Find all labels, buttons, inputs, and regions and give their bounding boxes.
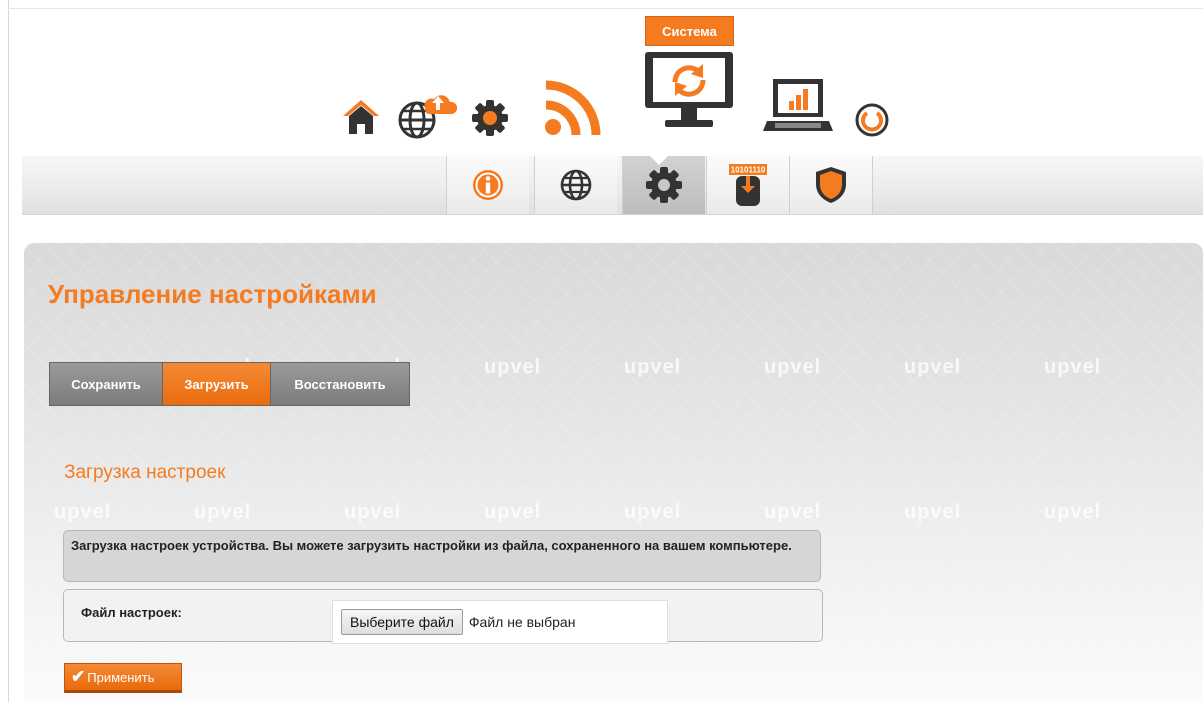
- system-menu-label[interactable]: Система: [645, 16, 734, 46]
- globe-cloud-icon[interactable]: [395, 88, 457, 140]
- section-title: Загрузка настроек: [64, 462, 226, 483]
- tab-upload[interactable]: Загрузить: [163, 363, 271, 405]
- svg-text:10101110: 10101110: [731, 166, 766, 175]
- file-field-label: Файл настроек:: [81, 605, 182, 620]
- globe-icon: [560, 169, 592, 201]
- watermark-logo: upvel: [484, 356, 542, 378]
- gear-icon[interactable]: [470, 98, 510, 138]
- info-description: Загрузка настроек устройства. Вы можете …: [63, 530, 821, 582]
- apply-button[interactable]: ✔ Применить: [64, 663, 182, 693]
- watermark-logo: upvel: [764, 356, 822, 378]
- watermark-logo: upvel: [904, 356, 962, 378]
- watermark-logo: upvel: [624, 501, 682, 523]
- wifi-icon[interactable]: [540, 78, 610, 138]
- apply-button-label: Применить: [87, 669, 155, 685]
- mode-tabs: Сохранить Загрузить Восстановить: [49, 362, 410, 406]
- firmware-upload-icon: 10101110: [729, 164, 767, 206]
- checkmark-icon: ✔: [71, 667, 86, 686]
- watermark-logo: upvel: [54, 501, 112, 523]
- tab-restore[interactable]: Восстановить: [271, 363, 409, 405]
- choose-file-button[interactable]: Выберите файл: [341, 609, 463, 635]
- file-status-text: Файл не выбран: [468, 614, 576, 630]
- info-icon: [473, 170, 503, 200]
- subtab-security[interactable]: [789, 156, 873, 214]
- power-icon[interactable]: [852, 100, 892, 140]
- watermark-logo: upvel: [1044, 501, 1102, 523]
- watermark-logo: upvel: [194, 501, 252, 523]
- page-title: Управление настройками: [48, 279, 377, 309]
- gear-icon: [646, 167, 682, 203]
- watermark-logo: upvel: [484, 501, 542, 523]
- window-frame-top: [8, 8, 1203, 9]
- watermark-logo: upvel: [1044, 356, 1102, 378]
- monitor-refresh-icon[interactable]: [641, 48, 737, 134]
- laptop-chart-icon[interactable]: [762, 76, 834, 136]
- active-tab-pointer: [650, 156, 668, 165]
- watermark-logo: upvel: [764, 501, 822, 523]
- tab-save[interactable]: Сохранить: [50, 363, 163, 405]
- shield-icon: [816, 167, 846, 203]
- watermark-logo: upvel: [904, 501, 962, 523]
- watermark-logo: upvel: [624, 356, 682, 378]
- subtab-firmware[interactable]: 10101110: [706, 156, 789, 214]
- home-icon[interactable]: [340, 96, 382, 138]
- subtab-info[interactable]: [446, 156, 529, 214]
- file-input: Выберите файл Файл не выбран: [332, 600, 668, 644]
- window-frame-left: [8, 0, 9, 702]
- subtab-network[interactable]: [534, 156, 617, 214]
- watermark-logo: upvel: [344, 501, 402, 523]
